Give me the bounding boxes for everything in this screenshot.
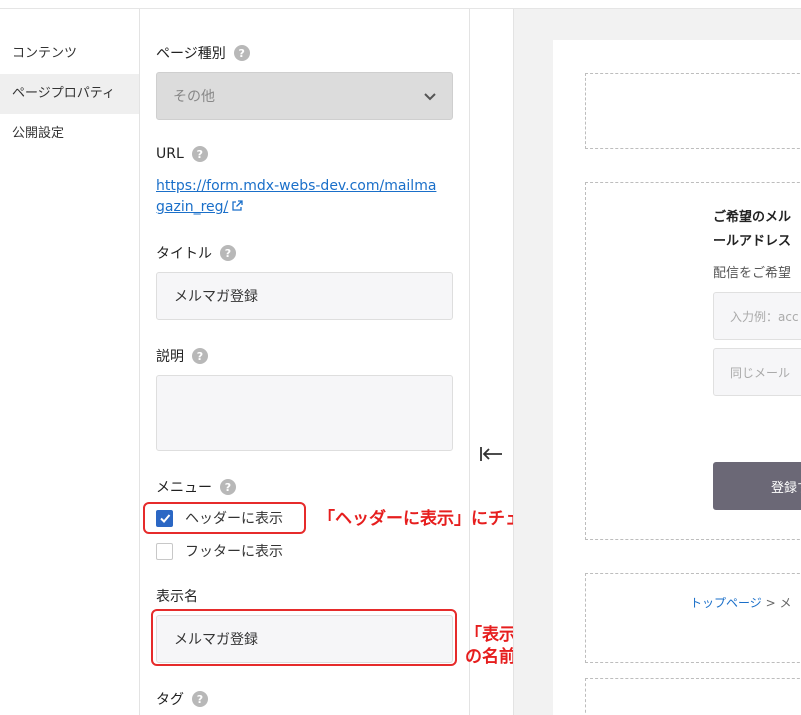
help-icon[interactable]: ?	[220, 245, 236, 261]
page-type-select[interactable]: その他	[156, 72, 453, 120]
url-link[interactable]: https://form.mdx-webs-dev.com/mailma gaz…	[156, 176, 456, 218]
preview-email-input[interactable]: 入力例：acc	[713, 292, 801, 340]
annotation-box-header-checkbox	[143, 502, 306, 534]
footer-checkbox-label: フッターに表示	[185, 544, 283, 560]
url-label: URL ?	[156, 146, 208, 162]
preview-heading-line2: ールアドレス	[713, 234, 792, 249]
footer-checkbox[interactable]	[156, 542, 173, 560]
menu-label: メニュー ?	[156, 477, 236, 497]
title-label: タイトル ?	[156, 243, 236, 263]
sidebar-item-page-properties[interactable]: ページプロパティ	[0, 74, 139, 114]
display-name-label: 表示名	[156, 589, 198, 605]
title-input[interactable]: メルマガ登録	[156, 272, 453, 320]
description-label: 説明 ?	[156, 346, 208, 366]
preview-breadcrumb: トップページ > メ	[690, 596, 792, 610]
top-bar	[0, 0, 801, 9]
help-icon[interactable]: ?	[191, 146, 208, 162]
sidebar-item-publish-settings[interactable]: 公開設定	[0, 114, 139, 154]
preview-block-breadcrumb[interactable]	[585, 573, 801, 663]
preview-block-header[interactable]	[585, 73, 801, 149]
page-type-label: ページ種別 ?	[156, 43, 250, 63]
description-textarea[interactable]	[156, 375, 453, 451]
collapse-panel-icon[interactable]	[478, 444, 504, 464]
annotation-box-display-name	[151, 609, 457, 666]
external-link-icon	[232, 200, 243, 211]
help-icon[interactable]: ?	[192, 348, 208, 364]
preview-subtext: 配信をご希望	[713, 266, 792, 281]
breadcrumb-link-top[interactable]: トップページ	[690, 596, 762, 610]
preview-email-confirm-input[interactable]: 同じメール	[713, 348, 801, 396]
sidebar-nav: コンテンツ ページプロパティ 公開設定	[0, 9, 140, 715]
help-icon[interactable]: ?	[220, 479, 236, 495]
preview-block-footer[interactable]	[585, 678, 801, 715]
preview-heading-line1: ご希望のメル	[713, 210, 792, 225]
tag-label: タグ ?	[156, 689, 208, 709]
help-icon[interactable]: ?	[233, 45, 250, 61]
chevron-down-icon	[424, 93, 436, 101]
sidebar-item-contents[interactable]: コンテンツ	[0, 34, 139, 74]
help-icon[interactable]: ?	[192, 691, 208, 707]
footer-menu-checkbox-row[interactable]: フッターに表示	[156, 541, 283, 561]
preview-submit-button[interactable]: 登録す	[713, 462, 801, 510]
